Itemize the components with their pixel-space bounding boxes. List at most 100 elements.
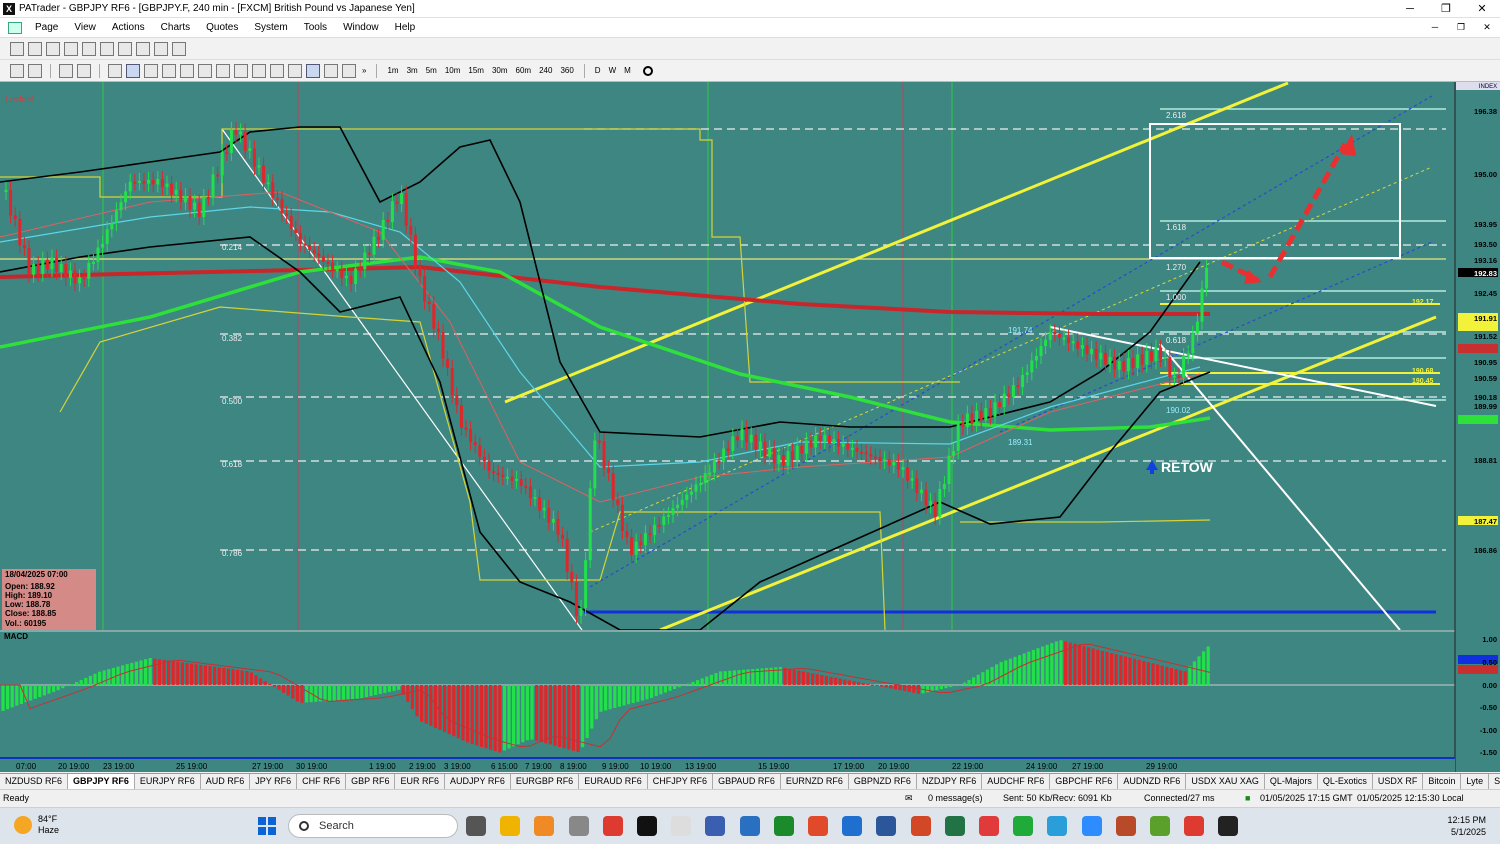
- clock-icon[interactable]: [642, 65, 653, 76]
- app-icon[interactable]: [1115, 816, 1136, 836]
- symbol-tab[interactable]: SP500 RF6: [1489, 774, 1500, 789]
- word-icon[interactable]: [876, 816, 897, 836]
- symbol-tab[interactable]: USDX XAU XAG: [1186, 774, 1265, 789]
- timeframe-15m[interactable]: 15m: [464, 64, 488, 78]
- menu-quotes[interactable]: Quotes: [198, 18, 246, 38]
- timeframe-1m[interactable]: 1m: [383, 64, 402, 78]
- symbol-tab[interactable]: JPY RF6: [250, 774, 298, 789]
- timeframe-240[interactable]: 240: [535, 64, 556, 78]
- indicator-icon[interactable]: [59, 63, 73, 78]
- timeframe-5m[interactable]: 5m: [422, 64, 441, 78]
- notes-icon[interactable]: [705, 816, 726, 836]
- text-icon[interactable]: [306, 63, 320, 78]
- line-chart-icon[interactable]: [64, 41, 78, 56]
- symbol-tab[interactable]: CHFJPY RF6: [648, 774, 714, 789]
- timeframe-60m[interactable]: 60m: [512, 64, 536, 78]
- candle-chart-icon[interactable]: [28, 41, 42, 56]
- trendline-icon[interactable]: [162, 63, 176, 78]
- rectangle-icon[interactable]: [288, 63, 302, 78]
- histogram-chart-icon[interactable]: [154, 41, 168, 56]
- app-icon[interactable]: [637, 816, 657, 836]
- file-explorer-icon[interactable]: [466, 816, 486, 836]
- folder-icon[interactable]: [500, 816, 521, 836]
- app-icon[interactable]: [1150, 816, 1170, 836]
- cycle-icon[interactable]: [270, 63, 284, 78]
- fib-fan-icon[interactable]: [198, 63, 212, 78]
- symbol-tab[interactable]: AUDCHF RF6: [982, 774, 1051, 789]
- zoom-icon[interactable]: [1081, 816, 1102, 836]
- volume-chart-icon[interactable]: [100, 41, 114, 56]
- bar-chart-icon[interactable]: [10, 41, 24, 56]
- timeframe-d[interactable]: D: [591, 64, 605, 78]
- image-icon[interactable]: [739, 816, 760, 836]
- symbol-tab[interactable]: QL-Exotics: [1318, 774, 1373, 789]
- area-chart-icon[interactable]: [82, 41, 96, 56]
- gann-icon[interactable]: [252, 63, 266, 78]
- indicator-chart-icon[interactable]: [136, 41, 150, 56]
- mdi-minimize-button[interactable]: ─: [1422, 22, 1448, 33]
- symbol-tab[interactable]: GBPNZD RF6: [849, 774, 917, 789]
- price-chart[interactable]: Locked INDEX RETOW MACD 18/04/2025 07:00…: [0, 82, 1500, 772]
- fib-extension-icon[interactable]: [234, 63, 248, 78]
- symbol-tab[interactable]: EURJPY RF6: [135, 774, 201, 789]
- symbol-tab[interactable]: Lyte: [1461, 774, 1490, 789]
- cursor-icon[interactable]: [108, 63, 122, 78]
- chart-app-icon[interactable]: [671, 816, 692, 836]
- symbol-tab[interactable]: GBPJPY RF6: [68, 774, 135, 789]
- mdi-restore-button[interactable]: ❐: [1448, 22, 1474, 33]
- symbol-tab[interactable]: GBPAUD RF6: [713, 774, 781, 789]
- symbol-tab[interactable]: AUDJPY RF6: [445, 774, 511, 789]
- symbol-tab[interactable]: EUR RF6: [395, 774, 445, 789]
- timeframe-3m[interactable]: 3m: [403, 64, 422, 78]
- timeframe-10m[interactable]: 10m: [441, 64, 465, 78]
- andrews-icon[interactable]: [342, 63, 356, 78]
- symbol-tab[interactable]: CHF RF6: [297, 774, 347, 789]
- app-icon[interactable]: [534, 816, 555, 836]
- mdi-close-button[interactable]: ✕: [1474, 22, 1500, 33]
- crosshair-icon[interactable]: [77, 63, 91, 78]
- symbol-tab[interactable]: EURNZD RF6: [781, 774, 849, 789]
- menu-charts[interactable]: Charts: [153, 18, 198, 38]
- powerpoint-icon[interactable]: [910, 816, 931, 836]
- menu-tools[interactable]: Tools: [296, 18, 335, 38]
- symbol-tab[interactable]: AUDNZD RF6: [1118, 774, 1187, 789]
- symbol-tab[interactable]: EURGBP RF6: [511, 774, 580, 789]
- symbol-tab[interactable]: AUD RF6: [201, 774, 251, 789]
- menu-view[interactable]: View: [66, 18, 104, 38]
- chrome-icon[interactable]: [602, 816, 623, 836]
- excel-icon[interactable]: [944, 816, 965, 836]
- menu-actions[interactable]: Actions: [104, 18, 153, 38]
- trade-icon[interactable]: [10, 63, 24, 78]
- menu-window[interactable]: Window: [335, 18, 387, 38]
- hline-icon[interactable]: [126, 63, 140, 78]
- expand-icon[interactable]: »: [358, 64, 370, 78]
- media-icon[interactable]: [1218, 816, 1239, 836]
- fib-retracement-icon[interactable]: [216, 63, 230, 78]
- vline-icon[interactable]: [144, 63, 158, 78]
- minimize-button[interactable]: ─: [1392, 0, 1428, 18]
- maximize-button[interactable]: ❐: [1428, 0, 1464, 18]
- timeframe-w[interactable]: W: [605, 64, 621, 78]
- timeframe-30m[interactable]: 30m: [488, 64, 512, 78]
- trend-chart-icon[interactable]: [118, 41, 132, 56]
- calculator-icon[interactable]: [568, 816, 589, 836]
- close-button[interactable]: ✕: [1464, 0, 1500, 18]
- symbol-tab[interactable]: NZDUSD RF6: [0, 774, 69, 789]
- windows-start-icon[interactable]: [258, 817, 276, 835]
- symbol-tab[interactable]: USDX RF: [1373, 774, 1424, 789]
- symbol-tab[interactable]: GBP RF6: [346, 774, 396, 789]
- ohlc-chart-icon[interactable]: [46, 41, 60, 56]
- symbol-tab[interactable]: GBPCHF RF6: [1050, 774, 1119, 789]
- app-icon[interactable]: [1013, 816, 1034, 836]
- chrome-icon[interactable]: [1184, 816, 1205, 836]
- app-icon[interactable]: [808, 816, 828, 836]
- channel-icon[interactable]: [180, 63, 194, 78]
- menu-help[interactable]: Help: [387, 18, 424, 38]
- menu-page[interactable]: Page: [27, 18, 66, 38]
- telegram-icon[interactable]: [1047, 816, 1068, 836]
- taskbar-search[interactable]: Search: [288, 814, 458, 838]
- symbol-tab[interactable]: Bitcoin: [1423, 774, 1462, 789]
- symbol-tab[interactable]: EURAUD RF6: [579, 774, 648, 789]
- timeframe-360[interactable]: 360: [556, 64, 577, 78]
- app-icon[interactable]: [979, 816, 999, 836]
